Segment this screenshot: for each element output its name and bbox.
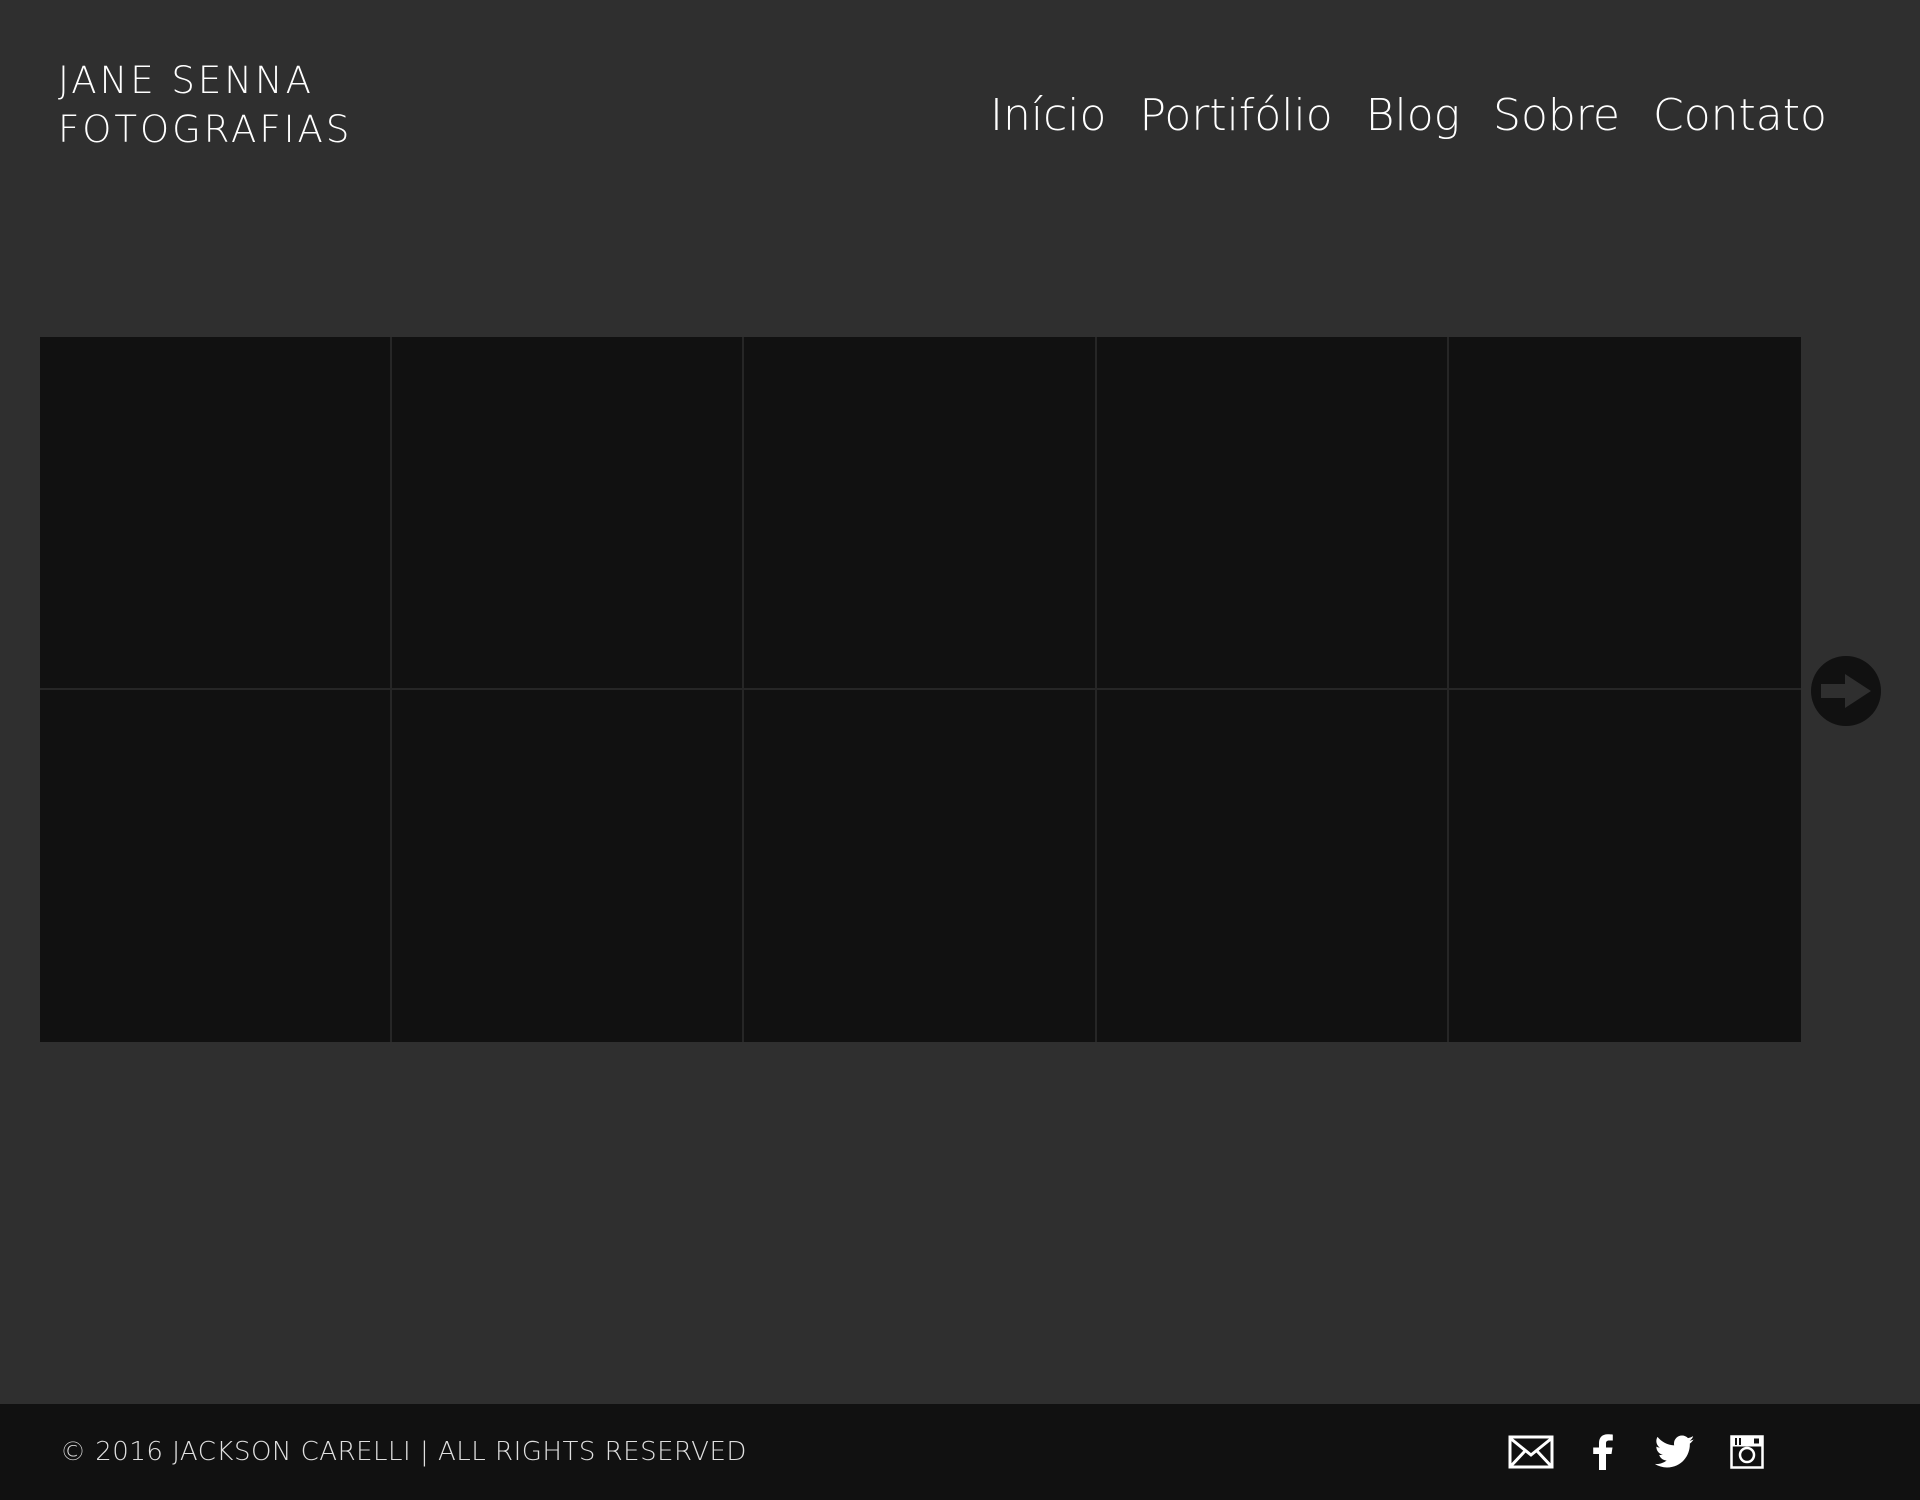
gallery-tile[interactable]	[1096, 337, 1449, 690]
gallery-next-button[interactable]	[1811, 656, 1881, 726]
email-icon	[1508, 1435, 1554, 1469]
gallery-tile[interactable]	[40, 337, 393, 690]
gallery-tile[interactable]	[744, 337, 1097, 690]
facebook-link[interactable]	[1580, 1432, 1626, 1472]
facebook-icon	[1593, 1434, 1613, 1470]
nav-item-portifolio: Portifólio	[1139, 88, 1332, 144]
gallery-tile[interactable]	[744, 689, 1097, 1042]
copyright-text: © 2016 JACKSON CARELLI | ALL RIGHTS RESE…	[60, 1437, 747, 1467]
email-link[interactable]	[1508, 1432, 1554, 1472]
logo-line-2: FOTOGRAFIAS	[58, 108, 353, 151]
twitter-link[interactable]	[1652, 1432, 1698, 1472]
main-nav: Início Portifólio Blog Sobre Contato	[990, 88, 1827, 144]
logo-line-1: JANE SENNA	[58, 59, 314, 102]
social-links	[1508, 1432, 1770, 1472]
nav-link-inicio[interactable]: Início	[990, 90, 1106, 141]
gallery-tile[interactable]	[40, 689, 393, 1042]
nav-item-blog: Blog	[1366, 88, 1460, 144]
arrow-right-circle-icon	[1821, 674, 1871, 708]
twitter-icon	[1655, 1435, 1695, 1468]
nav-link-blog[interactable]: Blog	[1366, 90, 1460, 141]
gallery-tile[interactable]	[392, 689, 745, 1042]
photo-gallery	[40, 337, 1801, 1042]
nav-link-portifolio[interactable]: Portifólio	[1139, 90, 1332, 141]
site-logo[interactable]: JANE SENNA FOTOGRAFIAS	[58, 56, 352, 154]
nav-item-contato: Contato	[1653, 88, 1827, 144]
nav-link-contato[interactable]: Contato	[1653, 90, 1827, 141]
footer: © 2016 JACKSON CARELLI | ALL RIGHTS RESE…	[0, 1404, 1920, 1500]
gallery-tile[interactable]	[392, 337, 745, 690]
gallery-tile[interactable]	[1448, 689, 1801, 1042]
gallery-tile[interactable]	[1448, 337, 1801, 690]
instagram-link[interactable]	[1724, 1432, 1770, 1472]
nav-item-sobre: Sobre	[1493, 88, 1620, 144]
gallery-tile[interactable]	[1096, 689, 1449, 1042]
nav-link-sobre[interactable]: Sobre	[1493, 90, 1620, 141]
instagram-icon	[1730, 1435, 1764, 1469]
nav-item-inicio: Início	[990, 88, 1106, 144]
